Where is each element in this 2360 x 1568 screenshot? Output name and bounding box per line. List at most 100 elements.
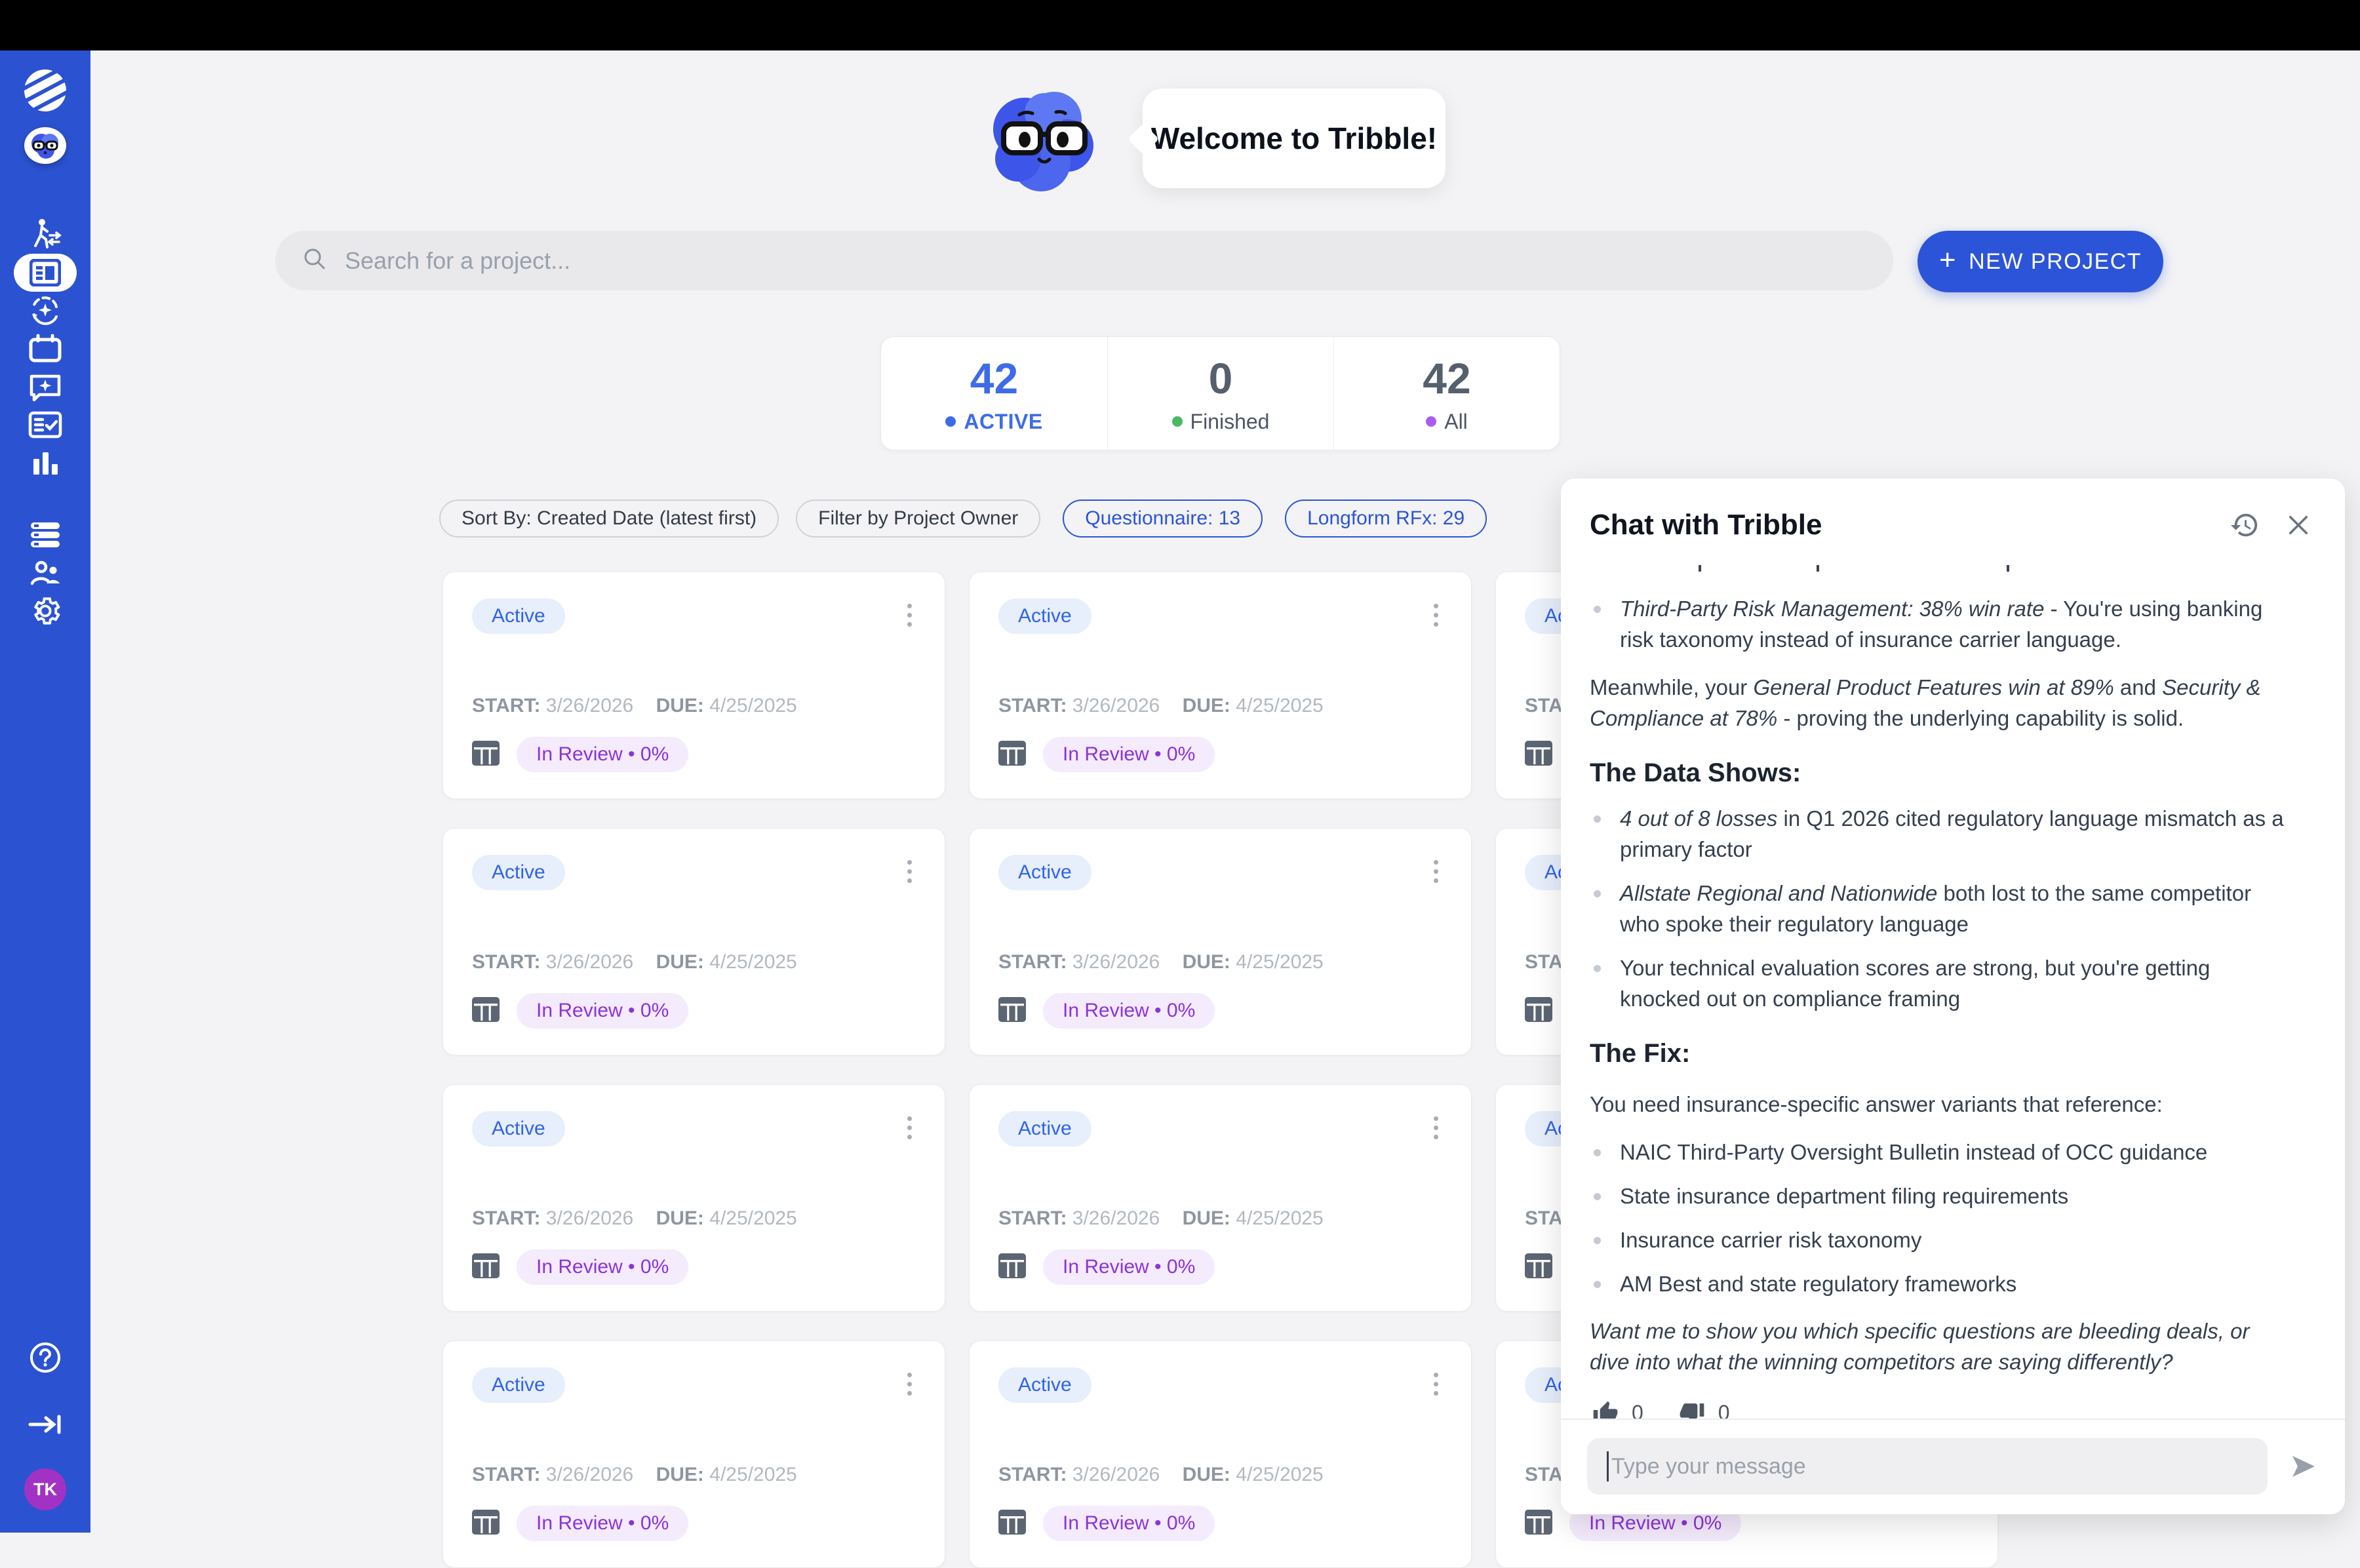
kebab-menu-icon[interactable] [1430,855,1442,888]
thumbs-up-count: 0 [1632,1398,1643,1419]
table-icon [1525,997,1552,1025]
project-title: Northgate Federal CMMC [998,651,1442,654]
top-bar [0,0,2360,50]
table-icon [998,1253,1026,1282]
progress-badge: In Review • 0% [517,1506,688,1541]
project-company: Northgate Federal [998,663,1442,666]
project-title: First National Bank FinSec [998,907,1442,911]
status-badge: Active [998,1111,1092,1147]
kebab-menu-icon[interactable] [1430,1111,1442,1145]
feedback-row: 00 [1590,1398,2292,1419]
due-date: 4/25/2025 [709,1464,796,1485]
nav-projects-active[interactable] [14,254,77,292]
chat-sparkle-icon[interactable] [20,368,70,406]
project-card[interactable]: Active First National Bank FinSec First … [969,828,1472,1055]
chat-text-run: Want me to show you which specific quest… [1590,1319,2249,1374]
table-icon [998,741,1026,769]
status-badge: Active [472,855,565,890]
kebab-menu-icon[interactable] [903,855,916,888]
stat-all-value: 42 [1423,353,1470,403]
questionnaire-chip[interactable]: Questionnaire: 13 [1063,500,1263,538]
start-label: START: [998,1207,1067,1229]
bar-chart-icon[interactable] [20,444,70,482]
chat-text-run: Your technical evaluation scores are str… [1620,956,2210,1011]
project-card[interactable]: Active Westbrook Financial IT Vendor Wes… [442,572,945,799]
project-card[interactable]: Active Cheltenham Asset Management Chelt… [969,1341,1472,1568]
checklist-icon[interactable] [20,406,70,444]
tribble-logo[interactable] [20,71,70,109]
stat-finished[interactable]: 0 Finished [1107,337,1333,450]
chat-message-input[interactable] [1611,1454,2248,1480]
status-badge: Active [998,598,1092,634]
project-card[interactable]: Active Redstone Community Bank Tech Reds… [442,1084,945,1312]
start-date: 3/26/2026 [546,695,633,716]
chat-bullet-item: NAIC Third-Party Oversight Bulletin inst… [1590,1137,2292,1168]
project-dates: START: 3/26/2026 DUE: 4/25/2025 [472,1207,916,1230]
finished-dot [1172,416,1183,427]
project-card[interactable]: Active Granite Summit Capital InvestorDD… [442,1341,945,1568]
chat-history-button[interactable] [2226,506,2264,544]
people-icon[interactable] [20,554,70,592]
start-date: 3/26/2026 [1072,1207,1160,1229]
kebab-menu-icon[interactable] [903,598,916,632]
clipped-message-line [1620,562,2292,574]
progress-badge: In Review • 0% [517,993,688,1029]
send-button[interactable] [2285,1448,2321,1485]
start-label: START: [998,695,1067,716]
collapse-arrow-icon[interactable] [20,1405,70,1443]
stat-all[interactable]: 42 All [1333,337,1560,450]
project-card[interactable]: Active Glacier Point Utilities OT Glacie… [442,828,945,1055]
search-icon [302,246,328,275]
kebab-menu-icon[interactable] [903,1111,916,1145]
search-input[interactable] [345,247,1867,275]
refresh-sparkle-icon[interactable] [20,292,70,330]
sort-by-chip[interactable]: Sort By: Created Date (latest first) [439,500,779,538]
chat-input-box[interactable] [1587,1438,2268,1495]
chat-bullet-list: 4 out of 8 losses in Q1 2026 cited regul… [1590,804,2292,1014]
thumbs-down-count: 0 [1718,1398,1730,1419]
project-card[interactable]: Active Pacific Northern Energy Vendor Pa… [969,1084,1472,1312]
due-date: 4/25/2025 [709,951,796,973]
calendar-icon[interactable] [20,330,70,368]
project-card[interactable]: Active Northgate Federal CMMC Northgate … [969,572,1472,799]
chat-close-button[interactable] [2281,507,2316,543]
user-avatar[interactable]: TK [24,1468,66,1510]
walking-handoff-icon[interactable] [20,216,70,254]
longform-rfx-chip[interactable]: Longform RFx: 29 [1285,500,1487,538]
project-title: Westbrook Financial IT Vendor [472,651,916,654]
due-label: DUE: [656,951,704,973]
project-title: Pacific Northern Energy Vendor [998,1164,1442,1167]
start-label: START: [472,695,540,716]
table-icon [998,997,1026,1025]
new-project-button[interactable]: + NEW PROJECT [1918,231,2163,292]
active-dot [945,416,956,427]
thumbs-down-button[interactable] [1676,1398,1708,1419]
start-date: 3/26/2026 [546,1207,633,1229]
chat-messages[interactable]: Third-Party Risk Management: 38% win rat… [1561,556,2345,1419]
project-search[interactable] [275,231,1893,290]
chat-text-run: 4 out of 8 losses [1620,806,1777,831]
chat-title: Chat with Tribble [1590,509,2209,541]
filter-owner-chip[interactable]: Filter by Project Owner [796,500,1040,538]
table-icon [1525,1253,1552,1282]
assistant-avatar[interactable] [20,127,70,165]
stat-active[interactable]: 42 ACTIVE [881,337,1107,450]
gear-icon[interactable] [20,592,70,630]
kebab-menu-icon[interactable] [1430,1367,1442,1401]
chat-bullet-list: NAIC Third-Party Oversight Bulletin inst… [1590,1137,2292,1299]
start-label: START: [472,1464,540,1485]
due-label: DUE: [1183,1464,1230,1485]
new-project-label: NEW PROJECT [1969,249,2142,275]
chat-bullet-item: Insurance carrier risk taxonomy [1590,1225,2292,1256]
help-icon[interactable] [20,1339,70,1377]
plus-icon: + [1939,244,1957,277]
project-company: Pacific Northern [998,1176,1442,1179]
kebab-menu-icon[interactable] [1430,598,1442,632]
server-stack-icon[interactable] [20,516,70,554]
progress-badge: In Review • 0% [1043,1506,1215,1541]
kebab-menu-icon[interactable] [903,1367,916,1401]
project-company: Westbrook Financial [472,663,916,666]
thumbs-up-button[interactable] [1590,1398,1621,1419]
chat-bullet-item: AM Best and state regulatory frameworks [1590,1269,2292,1300]
project-stats-card: 42 ACTIVE 0 Finished 42 All [880,336,1560,450]
